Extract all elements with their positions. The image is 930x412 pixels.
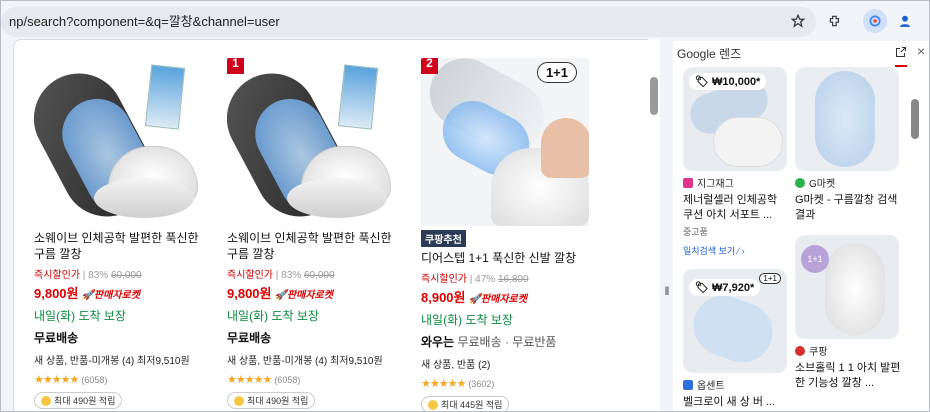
source-favicon-icon bbox=[795, 177, 805, 188]
result-title[interactable]: G마켓 - 구름깔창 검색결과 bbox=[795, 193, 901, 223]
google-lens-panel: Google 렌즈 × 🏷 ₩10,000* 지그재그 제너럴셀러 인체공학 쿠… bbox=[673, 41, 929, 411]
product-image[interactable] bbox=[34, 58, 202, 226]
points-badge: 최대 445원 적립 bbox=[421, 396, 510, 411]
tag-icon: 🏷 bbox=[695, 282, 709, 294]
condition-info[interactable]: 새 상품, 반품-미개봉 (4) 최저9,510원 bbox=[34, 352, 214, 367]
result-title[interactable]: 제너럴셀러 인체공학 쿠션 아치 서포트 ... bbox=[683, 193, 789, 223]
price-chip: 🏷 ₩7,920* bbox=[689, 279, 761, 296]
browser-window: np/search?component=&q=깔창&channel=user 소… bbox=[0, 0, 930, 412]
lens-scrollbar-thumb[interactable] bbox=[911, 99, 919, 139]
rating-stars: ★★★★★ (3602) bbox=[421, 378, 495, 390]
profile-icon[interactable] bbox=[895, 11, 915, 31]
lens-result-card[interactable]: 🏷 ₩7,920* 1+1 옵센트 벨크로이 새 상 버 ... bbox=[683, 269, 789, 410]
rank-badge: 2 bbox=[421, 58, 438, 74]
one-plus-one-label: 1+1 bbox=[801, 245, 829, 273]
product-title[interactable]: 소웨이브 인체공학 발편한 푹신한 구름 깔창 bbox=[34, 230, 212, 262]
one-plus-one-label: 1+1 bbox=[536, 62, 577, 83]
product-price: 9,800원 🚀판매자로켓 bbox=[34, 286, 140, 301]
rating-stars: ★★★★★ (6058) bbox=[34, 374, 108, 386]
rocket-badge: 🚀판매자로켓 bbox=[468, 294, 527, 305]
points-badge: 최대 490원 적립 bbox=[34, 392, 123, 409]
delivery-info: 내일(화) 도착 보장 bbox=[227, 309, 319, 323]
source-name: 쿠팡 bbox=[795, 343, 901, 358]
result-image[interactable]: 1+1 bbox=[795, 235, 899, 339]
discount-line: 즉시할인가 | 83% 60,000 bbox=[227, 270, 335, 281]
browser-toolbar: np/search?component=&q=깔창&channel=user bbox=[1, 1, 929, 41]
price-chip: 🏷 ₩10,000* bbox=[689, 73, 767, 90]
bookmark-star-icon[interactable] bbox=[788, 11, 808, 31]
rocket-badge: 🚀판매자로켓 bbox=[274, 290, 333, 301]
close-icon[interactable]: × bbox=[917, 43, 925, 59]
rating-stars: ★★★★★ (6058) bbox=[227, 374, 301, 386]
page-scrollbar[interactable] bbox=[648, 39, 660, 411]
rank-badge: 1 bbox=[227, 58, 244, 74]
lens-result-card[interactable]: 1+1 쿠팡 소브홀릭 1 1 아치 발편한 기능성 깔창 ... bbox=[795, 235, 901, 391]
product-title[interactable]: 디어스텝 1+1 푹신한 신발 깔창 bbox=[421, 250, 599, 266]
coin-icon bbox=[428, 400, 438, 410]
discount-line: 즉시할인가 | 47% 16,800 bbox=[421, 274, 529, 285]
product-card[interactable]: 소웨이브 인체공학 발편한 푹신한 구름 깔창 즉시할인가 | 83% 60,0… bbox=[34, 58, 214, 409]
panel-resize-handle[interactable]: ‖ bbox=[661, 41, 673, 411]
extensions-icon[interactable] bbox=[825, 11, 845, 31]
source-name: G마켓 bbox=[795, 175, 901, 190]
lens-title: Google 렌즈 bbox=[677, 47, 742, 61]
product-card[interactable]: 1 소웨이브 인체공학 발편한 푹신한 구름 깔창 즉시할인가 | 83% 60… bbox=[227, 58, 407, 409]
condition-info[interactable]: 새 상품, 반품-미개봉 (4) 최저9,510원 bbox=[227, 352, 407, 367]
recommend-tag: 쿠팡추천 bbox=[421, 230, 466, 247]
lens-result-card[interactable]: 🏷 ₩10,000* 지그재그 제너럴셀러 인체공학 쿠션 아치 서포트 ...… bbox=[683, 67, 789, 257]
discount-line: 즉시할인가 | 83% 60,000 bbox=[34, 270, 142, 281]
result-title[interactable]: 소브홀릭 1 1 아치 발편한 기능성 깔창 ... bbox=[795, 361, 901, 391]
lens-result-card[interactable]: G마켓 G마켓 - 구름깔창 검색결과 bbox=[795, 67, 901, 223]
scrollbar-thumb[interactable] bbox=[650, 77, 658, 115]
product-title[interactable]: 소웨이브 인체공학 발편한 푹신한 구름 깔창 bbox=[227, 230, 405, 262]
source-favicon-icon bbox=[683, 177, 693, 188]
tag-icon: 🏷 bbox=[695, 76, 709, 88]
condition-info[interactable]: 새 상품, 반품 (2) bbox=[421, 356, 601, 371]
result-title[interactable]: 벨크로이 새 상 버 ... bbox=[683, 395, 789, 410]
product-card[interactable]: 1+1 2 쿠팡추천 디어스텝 1+1 푹신한 신발 깔창 즉시할인가 | 47… bbox=[421, 58, 601, 411]
points-badge: 최대 490원 적립 bbox=[227, 392, 316, 409]
product-price: 8,900원 🚀판매자로켓 bbox=[421, 290, 527, 305]
source-favicon-icon bbox=[683, 379, 693, 390]
coin-icon bbox=[41, 396, 51, 406]
source-name: 옵센트 bbox=[683, 377, 789, 392]
rocket-badge: 🚀판매자로켓 bbox=[81, 290, 140, 301]
delivery-info: 내일(화) 도착 보장 bbox=[34, 309, 126, 323]
address-bar[interactable]: np/search?component=&q=깔창&channel=user bbox=[1, 7, 816, 37]
search-results-page: 소웨이브 인체공학 발편한 푹신한 구름 깔창 즉시할인가 | 83% 60,0… bbox=[13, 39, 659, 411]
product-price: 9,800원 🚀판매자로켓 bbox=[227, 286, 333, 301]
open-new-tab-icon[interactable] bbox=[895, 45, 909, 67]
product-image[interactable]: 1+1 2 bbox=[421, 58, 589, 226]
result-image[interactable] bbox=[795, 67, 899, 171]
delivery-info: 내일(화) 도착 보장 bbox=[421, 313, 513, 327]
one-plus-one-label: 1+1 bbox=[759, 273, 781, 284]
product-image[interactable]: 1 bbox=[227, 58, 395, 226]
exact-match-link[interactable]: 일치검색 보기 ⁄ › bbox=[683, 244, 789, 257]
result-image[interactable]: 🏷 ₩10,000* bbox=[683, 67, 787, 171]
google-lens-icon[interactable] bbox=[863, 9, 887, 33]
result-subtext: 중고품 bbox=[683, 227, 708, 237]
result-image[interactable]: 🏷 ₩7,920* 1+1 bbox=[683, 269, 787, 373]
source-name: 지그재그 bbox=[683, 175, 789, 190]
shipping-info: 와우는 무료배송 · 무료반품 bbox=[421, 335, 557, 349]
shipping-info: 무료배송 bbox=[34, 331, 79, 345]
source-favicon-icon bbox=[795, 345, 805, 356]
shipping-info: 무료배송 bbox=[227, 331, 272, 345]
coin-icon bbox=[234, 396, 244, 406]
